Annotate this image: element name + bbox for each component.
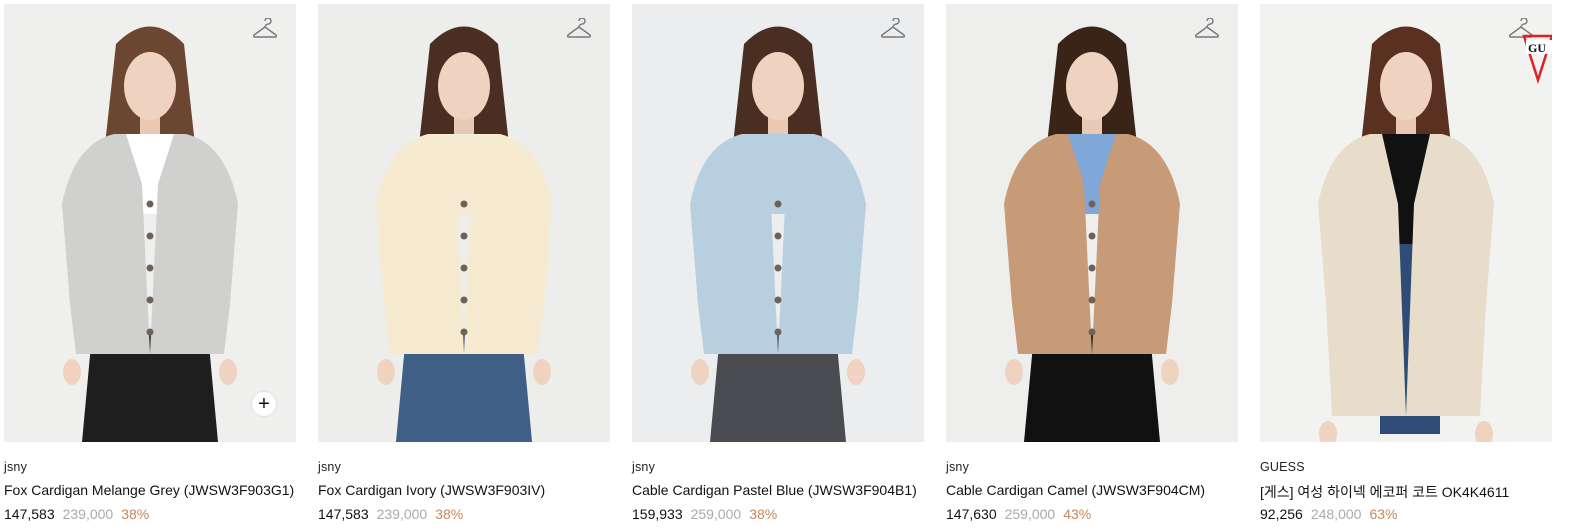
- product-grid: + jsny Fox Cardigan Melange Grey (JWSW3F…: [0, 0, 1591, 532]
- original-price: 239,000: [376, 506, 428, 522]
- product-name[interactable]: Fox Cardigan Melange Grey (JWSW3F903G1): [4, 482, 294, 498]
- original-price: 239,000: [62, 506, 114, 522]
- model-grey-cardigan-image: [4, 4, 296, 442]
- product-price-row: 159,933 259,000 38%: [632, 506, 777, 522]
- product-brand[interactable]: jsny: [4, 460, 27, 474]
- product-price-row: 147,583 239,000 38%: [4, 506, 149, 522]
- product-brand[interactable]: jsny: [318, 460, 341, 474]
- discount-rate: 38%: [749, 506, 778, 522]
- model-camel-cardigan-image: [946, 4, 1238, 442]
- svg-text:GU: GU: [1528, 41, 1546, 55]
- product-name[interactable]: Fox Cardigan Ivory (JWSW3F903IV): [318, 482, 545, 498]
- product-price-row: 147,583 239,000 38%: [318, 506, 463, 522]
- product-name[interactable]: [게스] 여성 하이넥 에코퍼 코트 OK4K4611: [1260, 482, 1509, 502]
- product-card[interactable]: jsny Fox Cardigan Ivory (JWSW3F903IV) 14…: [318, 0, 610, 532]
- discount-rate: 63%: [1369, 506, 1398, 522]
- hanger-icon[interactable]: [1194, 18, 1220, 40]
- product-image[interactable]: [946, 4, 1238, 442]
- product-image[interactable]: [1260, 4, 1552, 442]
- product-brand[interactable]: jsny: [946, 460, 969, 474]
- sale-price: 147,583: [318, 506, 369, 522]
- model-fleece-coat-image: [1260, 4, 1552, 442]
- product-name[interactable]: Cable Cardigan Camel (JWSW3F904CM): [946, 482, 1205, 498]
- discount-rate: 38%: [121, 506, 150, 522]
- discount-rate: 43%: [1063, 506, 1092, 522]
- original-price: 259,000: [690, 506, 742, 522]
- product-brand[interactable]: GUESS: [1260, 460, 1305, 474]
- product-brand[interactable]: jsny: [632, 460, 655, 474]
- original-price: 259,000: [1004, 506, 1056, 522]
- hanger-icon[interactable]: [880, 18, 906, 40]
- brand-logo-icon: GU: [1522, 34, 1552, 85]
- sale-price: 92,256: [1260, 506, 1303, 522]
- product-image[interactable]: [632, 4, 924, 442]
- product-price-row: 92,256 248,000 63%: [1260, 506, 1397, 522]
- product-card[interactable]: jsny Cable Cardigan Pastel Blue (JWSW3F9…: [632, 0, 924, 532]
- sale-price: 147,630: [946, 506, 997, 522]
- product-image[interactable]: [318, 4, 610, 442]
- product-card[interactable]: jsny Cable Cardigan Camel (JWSW3F904CM) …: [946, 0, 1238, 532]
- model-blue-cardigan-image: [632, 4, 924, 442]
- product-image[interactable]: [4, 4, 296, 442]
- model-ivory-cardigan-image: [318, 4, 610, 442]
- add-icon[interactable]: +: [252, 392, 276, 416]
- product-name[interactable]: Cable Cardigan Pastel Blue (JWSW3F904B1): [632, 482, 917, 498]
- original-price: 248,000: [1310, 506, 1362, 522]
- discount-rate: 38%: [435, 506, 464, 522]
- product-price-row: 147,630 259,000 43%: [946, 506, 1091, 522]
- hanger-icon[interactable]: [566, 18, 592, 40]
- hanger-icon[interactable]: [252, 18, 278, 40]
- product-card[interactable]: + jsny Fox Cardigan Melange Grey (JWSW3F…: [4, 0, 296, 532]
- sale-price: 147,583: [4, 506, 55, 522]
- product-card[interactable]: GU GUESS [게스] 여성 하이넥 에코퍼 코트 OK4K4611 92,…: [1260, 0, 1552, 532]
- sale-price: 159,933: [632, 506, 683, 522]
